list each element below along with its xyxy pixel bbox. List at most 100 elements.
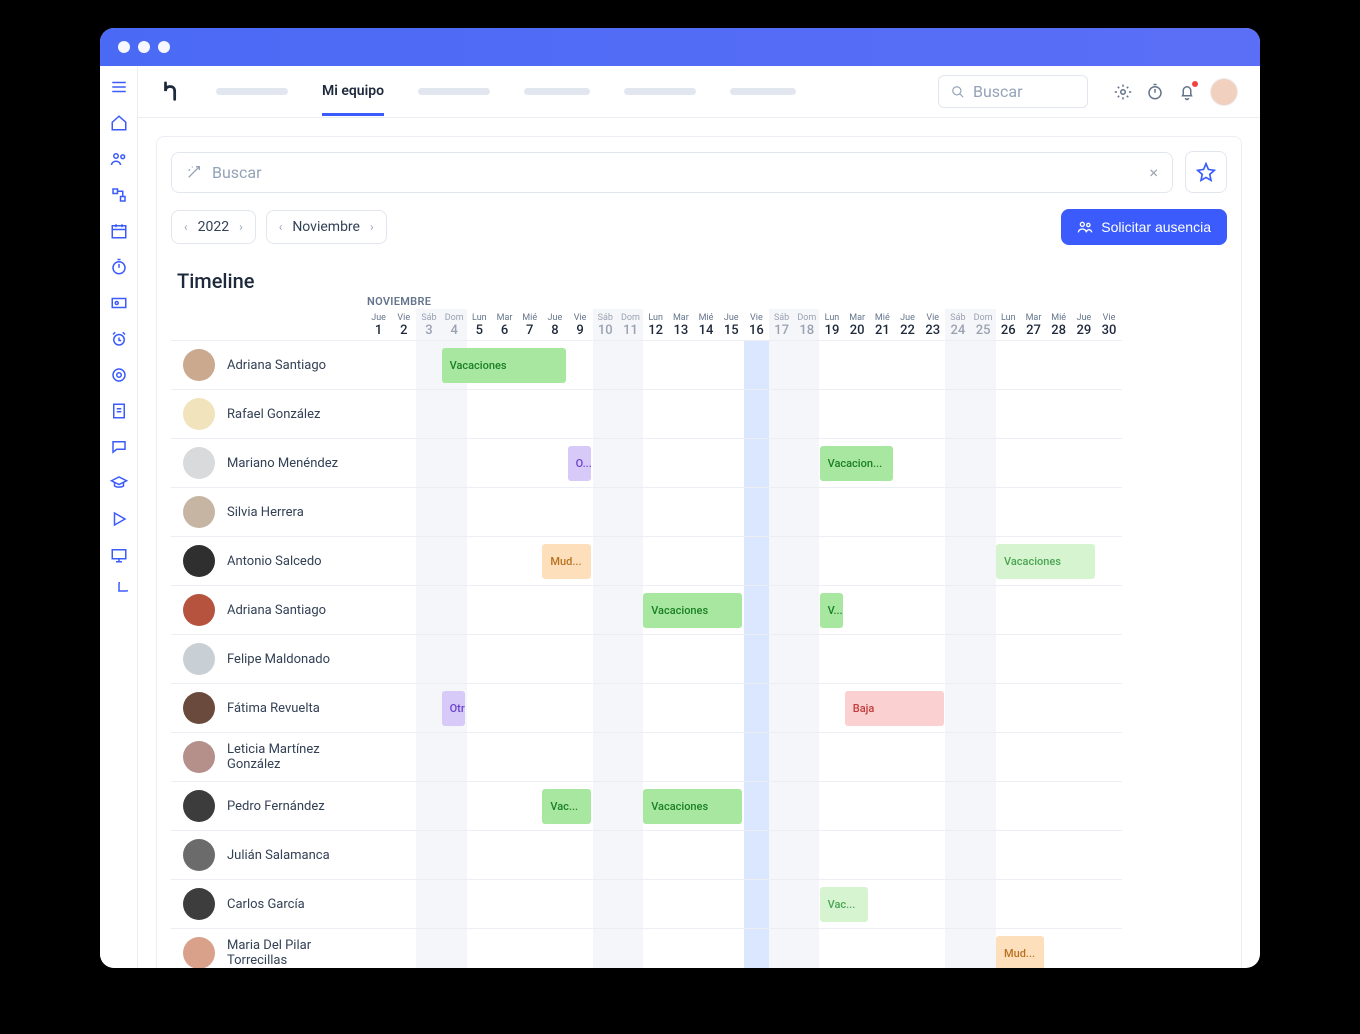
day-cell[interactable] (593, 929, 618, 968)
day-cell[interactable] (719, 488, 744, 537)
day-cell[interactable] (996, 341, 1021, 390)
day-cell[interactable] (593, 733, 618, 782)
day-cell[interactable] (467, 635, 492, 684)
day-cell[interactable] (1096, 341, 1121, 390)
day-cell[interactable] (643, 635, 668, 684)
day-cell[interactable] (517, 831, 542, 880)
day-cell[interactable] (693, 488, 718, 537)
day-cell[interactable] (568, 488, 593, 537)
day-cell[interactable] (668, 488, 693, 537)
pie-icon[interactable] (108, 580, 130, 602)
day-cell[interactable] (643, 439, 668, 488)
id-card-icon[interactable] (108, 292, 130, 314)
day-cell[interactable] (870, 733, 895, 782)
employee-row-name[interactable]: Pedro Fernández (171, 782, 366, 831)
day-cell[interactable] (870, 782, 895, 831)
absence-event[interactable]: Vacaciones (643, 789, 742, 824)
day-cell[interactable] (517, 488, 542, 537)
employee-row-name[interactable]: Adriana Santiago (171, 341, 366, 390)
day-cell[interactable] (542, 831, 567, 880)
day-cell[interactable] (492, 488, 517, 537)
day-cell[interactable] (971, 831, 996, 880)
day-cell[interactable] (416, 390, 441, 439)
day-cell[interactable] (895, 341, 920, 390)
day-cell[interactable] (467, 586, 492, 635)
day-cell[interactable] (1071, 684, 1096, 733)
day-cell[interactable] (1046, 341, 1071, 390)
day-cell[interactable] (542, 733, 567, 782)
day-cell[interactable] (845, 733, 870, 782)
day-cell[interactable] (895, 586, 920, 635)
day-cell[interactable] (769, 586, 794, 635)
day-cell[interactable] (769, 341, 794, 390)
day-cell[interactable] (870, 831, 895, 880)
goal-icon[interactable] (108, 364, 130, 386)
day-cell[interactable] (895, 439, 920, 488)
day-cell[interactable] (895, 929, 920, 968)
day-cell[interactable] (668, 341, 693, 390)
day-cell[interactable] (1046, 488, 1071, 537)
day-cell[interactable] (971, 929, 996, 968)
day-cell[interactable] (442, 586, 467, 635)
day-cell[interactable] (467, 929, 492, 968)
day-cell[interactable] (769, 390, 794, 439)
chevron-right-icon[interactable]: › (239, 220, 243, 234)
day-cell[interactable] (971, 488, 996, 537)
day-cell[interactable] (542, 635, 567, 684)
bell-icon[interactable] (1178, 83, 1196, 101)
day-cell[interactable] (542, 880, 567, 929)
day-cell[interactable] (996, 586, 1021, 635)
day-cell[interactable] (668, 880, 693, 929)
day-cell[interactable] (945, 929, 970, 968)
day-cell[interactable] (996, 782, 1021, 831)
day-cell[interactable] (391, 733, 416, 782)
day-cell[interactable] (1046, 684, 1071, 733)
maximize-dot[interactable] (158, 41, 170, 53)
absence-event[interactable]: Vacaciones (643, 593, 742, 628)
day-cell[interactable] (1046, 880, 1071, 929)
day-cell[interactable] (971, 390, 996, 439)
day-cell[interactable] (542, 586, 567, 635)
day-cell[interactable] (971, 341, 996, 390)
day-cell[interactable] (693, 733, 718, 782)
day-cell[interactable] (593, 782, 618, 831)
chevron-left-icon[interactable]: ‹ (184, 220, 188, 234)
day-cell[interactable] (643, 341, 668, 390)
day-cell[interactable] (1021, 831, 1046, 880)
day-cell[interactable] (391, 537, 416, 586)
day-cell[interactable] (1021, 341, 1046, 390)
day-cell[interactable] (845, 537, 870, 586)
day-cell[interactable] (391, 782, 416, 831)
tab-my-team[interactable]: Mi equipo (322, 83, 384, 116)
day-cell[interactable] (845, 390, 870, 439)
day-cell[interactable] (618, 929, 643, 968)
favorite-button[interactable] (1185, 151, 1227, 193)
day-cell[interactable] (618, 635, 643, 684)
day-cell[interactable] (744, 390, 769, 439)
day-cell[interactable] (794, 880, 819, 929)
day-cell[interactable] (719, 880, 744, 929)
day-cell[interactable] (492, 733, 517, 782)
day-cell[interactable] (391, 929, 416, 968)
day-cell[interactable] (643, 929, 668, 968)
day-cell[interactable] (945, 782, 970, 831)
day-cell[interactable] (895, 635, 920, 684)
day-cell[interactable] (693, 831, 718, 880)
year-selector[interactable]: ‹ 2022 › (171, 210, 256, 244)
day-cell[interactable] (945, 488, 970, 537)
day-cell[interactable] (492, 390, 517, 439)
day-cell[interactable] (416, 782, 441, 831)
day-cell[interactable] (1021, 733, 1046, 782)
day-cell[interactable] (442, 831, 467, 880)
day-cell[interactable] (668, 537, 693, 586)
day-cell[interactable] (668, 684, 693, 733)
day-cell[interactable] (668, 831, 693, 880)
day-cell[interactable] (366, 390, 391, 439)
day-cell[interactable] (391, 831, 416, 880)
day-cell[interactable] (366, 831, 391, 880)
day-cell[interactable] (1046, 831, 1071, 880)
day-cell[interactable] (1096, 733, 1121, 782)
day-cell[interactable] (845, 782, 870, 831)
day-cell[interactable] (845, 635, 870, 684)
absence-event[interactable]: Mud... (996, 936, 1044, 968)
